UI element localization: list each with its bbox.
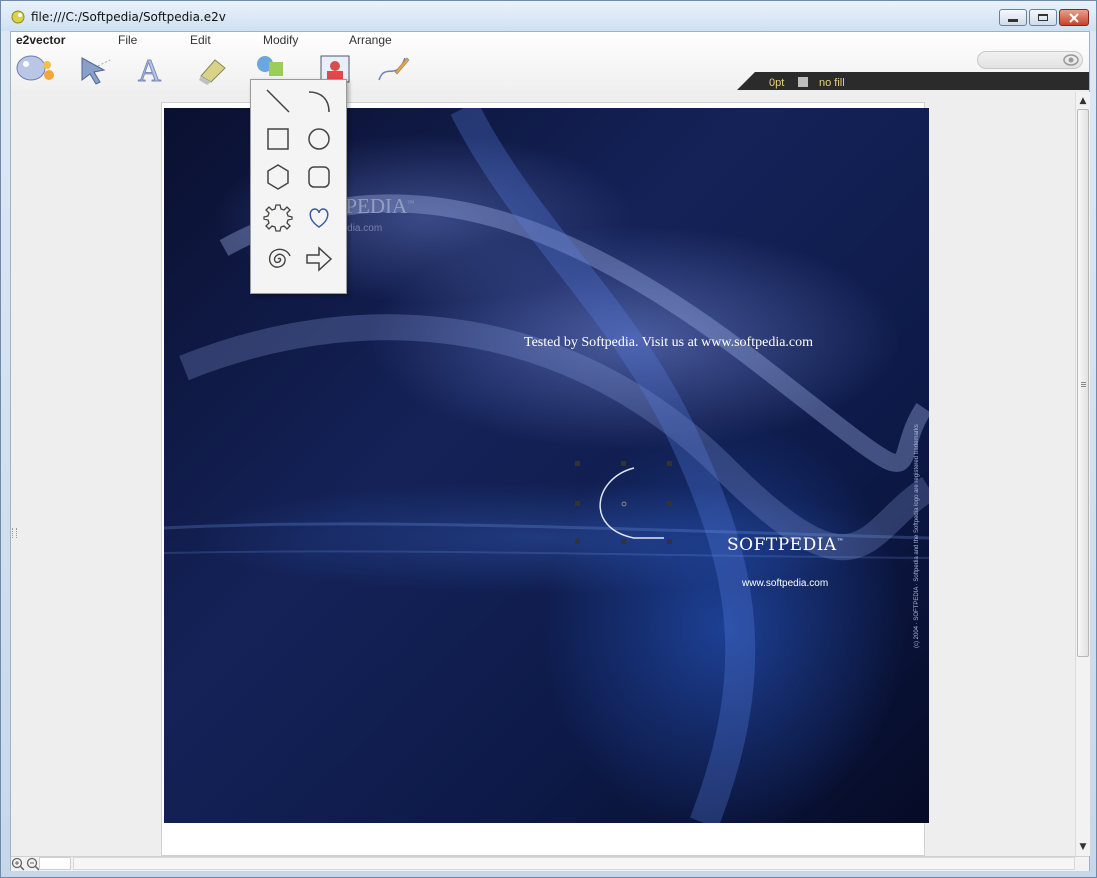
watermark-trademark: ™ <box>407 199 415 207</box>
circle-icon <box>308 128 330 150</box>
pen-tool-icon <box>378 57 410 81</box>
window-title: file:///C:/Softpedia/Softpedia.e2v <box>31 10 226 24</box>
eraser-icon <box>199 59 226 85</box>
menu-edit[interactable]: Edit <box>190 33 211 47</box>
artwork-copyright: (c) 2004 · SOFTPEDIA · Softpedia and the… <box>914 424 920 648</box>
arc-icon <box>308 91 330 113</box>
zoom-out-icon[interactable] <box>26 857 40 871</box>
line-icon <box>266 89 290 113</box>
app-window: file:///C:/Softpedia/Softpedia.e2v e2vec… <box>0 0 1097 878</box>
zoom-field[interactable] <box>39 857 71 870</box>
palette-tool-button[interactable] <box>13 52 57 86</box>
app-menu-e2vector[interactable]: e2vector <box>16 33 65 47</box>
shape-gear-button[interactable] <box>262 201 294 233</box>
close-icon <box>1069 13 1079 23</box>
panel-resize-handle[interactable] <box>12 528 17 538</box>
artwork-logo-trademark: ™ <box>836 537 845 546</box>
app-client-area: e2vector File Edit Modify Arrange A 0pt … <box>10 31 1090 871</box>
drawing-canvas[interactable]: SOFTPEDIA™ www.softpedia.com Tested by S… <box>11 92 1075 856</box>
scroll-up-icon[interactable]: ▲ <box>1076 94 1090 108</box>
fill-value[interactable]: no fill <box>819 77 845 89</box>
shape-arc-button[interactable] <box>303 85 335 117</box>
svg-text:A: A <box>138 52 161 86</box>
shape-arrow-button[interactable] <box>303 243 335 275</box>
status-bar <box>11 856 1089 871</box>
properties-bar <box>737 72 1089 90</box>
menu-arrange[interactable]: Arrange <box>349 33 392 47</box>
artwork-logo-text: SOFTPEDIA <box>727 535 837 555</box>
menu-modify[interactable]: Modify <box>263 33 298 47</box>
select-tool-button[interactable] <box>74 52 118 86</box>
text-tool-button[interactable]: A <box>130 52 174 89</box>
shape-rectangle-button[interactable] <box>262 123 294 155</box>
menu-file[interactable]: File <box>118 33 137 47</box>
gear-icon <box>263 204 293 232</box>
zoom-in-icon[interactable] <box>11 857 25 871</box>
scroll-down-icon[interactable]: ▼ <box>1076 840 1090 854</box>
shape-rounded-rectangle-button[interactable] <box>303 161 335 193</box>
rectangle-icon <box>267 128 289 150</box>
menu-toolbar: e2vector File Edit Modify Arrange A 0pt … <box>11 32 1089 90</box>
hexagon-icon <box>267 164 289 190</box>
shape-spiral-button[interactable] <box>262 243 294 275</box>
eraser-tool-button[interactable] <box>191 52 235 86</box>
arrow-right-icon <box>306 246 333 272</box>
stroke-width-value[interactable]: 0pt <box>769 77 784 89</box>
pen-tool-button[interactable] <box>371 52 415 86</box>
horizontal-scrollbar[interactable] <box>73 857 1075 870</box>
maximize-button[interactable] <box>1029 9 1057 26</box>
rounded-rectangle-icon <box>308 166 330 188</box>
minimize-icon <box>1008 19 1018 22</box>
vertical-scrollbar[interactable]: ▲ ▼ <box>1075 92 1090 856</box>
title-bar[interactable]: file:///C:/Softpedia/Softpedia.e2v <box>1 1 1096 31</box>
maximize-icon <box>1038 14 1048 21</box>
eye-icon[interactable] <box>1063 53 1079 67</box>
shape-hexagon-button[interactable] <box>262 161 294 193</box>
palette-icon <box>16 55 54 81</box>
app-logo-icon <box>11 10 25 24</box>
fill-swatch[interactable] <box>798 77 808 87</box>
close-button[interactable] <box>1059 9 1089 26</box>
spiral-icon <box>268 248 291 268</box>
shape-heart-button[interactable] <box>303 201 335 233</box>
heart-icon <box>309 208 329 228</box>
artwork-tested-text: Tested by Softpedia. Visit us at www.sof… <box>524 335 814 350</box>
shape-line-button[interactable] <box>262 85 294 117</box>
artwork-logo: SOFTPEDIA™ <box>727 535 844 555</box>
text-tool-icon: A <box>138 52 162 89</box>
shape-menu <box>250 79 347 294</box>
minimize-button[interactable] <box>999 9 1027 26</box>
artwork-url: www.softpedia.com <box>742 578 829 589</box>
scroll-thumb[interactable] <box>1077 109 1089 657</box>
shape-circle-button[interactable] <box>303 123 335 155</box>
select-arrow-icon <box>81 57 111 85</box>
